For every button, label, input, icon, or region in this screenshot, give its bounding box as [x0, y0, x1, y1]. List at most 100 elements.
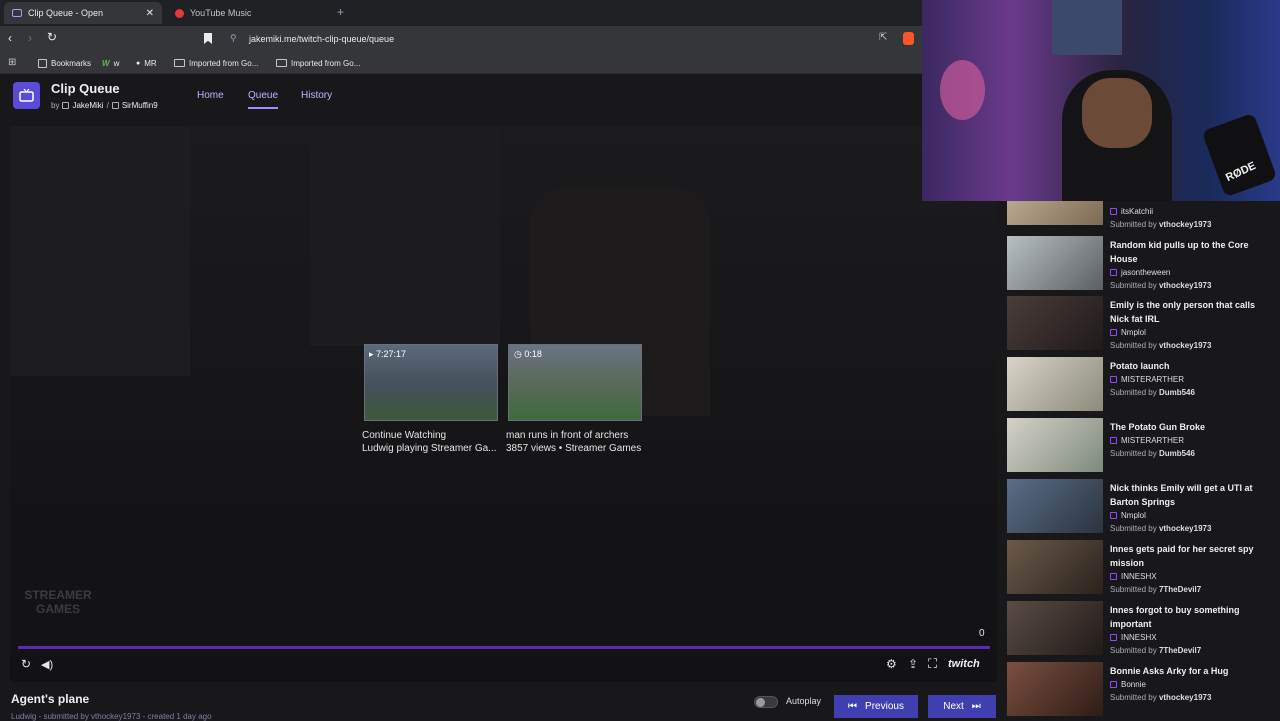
clip-queue-logo[interactable]	[13, 82, 40, 109]
submitter-name: vthockey1973	[1158, 693, 1212, 702]
toggle-knob	[756, 698, 765, 707]
queue-item-submitter: Submitted by vthockey1973	[1110, 341, 1211, 350]
previous-label: Previous	[865, 701, 904, 712]
nav-history[interactable]: History	[301, 90, 332, 101]
queue-item[interactable]: Nick thinks Emily will get a UTI at Bart…	[1005, 479, 1275, 537]
back-icon[interactable]: ‹	[8, 31, 12, 45]
author-link-sirmuffin9[interactable]: SirMuffin9	[122, 101, 158, 110]
author-link-jakemiki[interactable]: JakeMiki	[72, 101, 103, 110]
next-icon: ⏭	[971, 701, 981, 712]
twitch-icon	[1110, 634, 1117, 641]
forward-icon[interactable]: ›	[28, 31, 32, 45]
queue-item[interactable]: itsKatchii Submitted by vthockey1973	[1005, 201, 1275, 229]
bookmark-label: w	[113, 58, 120, 68]
twitch-icon	[1110, 573, 1117, 580]
queue-item-submitter: Submitted by Dumb546	[1110, 388, 1195, 397]
bookmark-label: Bookmarks	[51, 58, 92, 68]
duration-text: 7:27:17	[376, 349, 407, 359]
next-button[interactable]: Next ⏭	[928, 695, 996, 718]
nav-home[interactable]: Home	[197, 90, 224, 101]
share-icon[interactable]: ⇱	[879, 32, 887, 43]
site-info-icon[interactable]: ⚲	[230, 33, 237, 44]
twitch-icon	[1110, 437, 1117, 444]
queue-item-thumbnail	[1007, 418, 1103, 472]
queue-item-submitter: Submitted by 7TheDevil7	[1110, 646, 1201, 655]
autoplay-toggle[interactable]	[754, 696, 778, 708]
submitter-name: 7TheDevil7	[1158, 646, 1202, 655]
queue-item[interactable]: Innes forgot to buy something important …	[1005, 601, 1275, 659]
video-player[interactable]: STREAMER GAMES ▸ 7:27:17 Continue Watchi…	[10, 126, 997, 682]
queue-item[interactable]: Random kid pulls up to the Core House ja…	[1005, 236, 1275, 294]
queue-item-title: Random kid pulls up to the Core House	[1110, 240, 1249, 264]
queue-item-title: Emily is the only person that calls Nick…	[1110, 300, 1256, 324]
bookmark-mr[interactable]: ● MR	[136, 56, 157, 70]
suggested-video-line2[interactable]: Ludwig playing Streamer Ga...	[362, 443, 497, 454]
next-label: Next	[943, 701, 964, 712]
webcam-face-shape	[1082, 78, 1152, 148]
video-background-shape	[10, 126, 190, 376]
reload-icon[interactable]: ↻	[47, 30, 57, 44]
queue-item-thumbnail	[1007, 236, 1103, 290]
twitch-icon	[1110, 208, 1117, 215]
queue-item-thumbnail	[1007, 662, 1103, 716]
queue-item[interactable]: The Potato Gun Broke MISTERARTHER Submit…	[1005, 418, 1275, 476]
brave-shield-icon[interactable]	[903, 32, 914, 45]
bookmark-icon[interactable]	[204, 33, 212, 44]
settings-gear-icon[interactable]: ⚙	[886, 657, 897, 671]
queue-item-thumbnail	[1007, 540, 1103, 594]
close-tab-icon[interactable]: ✕	[146, 8, 154, 19]
fullscreen-icon[interactable]: ⛶	[928, 656, 937, 672]
apps-grid-icon[interactable]: ⊞	[8, 57, 16, 68]
clip-queue-list: itsKatchii Submitted by vthockey1973 Ran…	[1005, 201, 1275, 720]
channel-name: MISTERARTHER	[1121, 436, 1184, 445]
queue-item-channel: jasontheween	[1110, 268, 1170, 277]
queue-item-thumbnail	[1007, 479, 1103, 533]
submitted-by-label: Submitted by	[1110, 693, 1157, 702]
twitch-icon	[62, 102, 70, 109]
address-bar[interactable]: jakemiki.me/twitch-clip-queue/queue	[249, 34, 394, 44]
queue-item-title: Innes gets paid for her secret spy missi…	[1110, 544, 1254, 568]
channel-name: MISTERARTHER	[1121, 375, 1184, 384]
separator: /	[106, 101, 109, 110]
bookmark-label: Imported from Go...	[189, 58, 259, 68]
nav-queue[interactable]: Queue	[248, 90, 279, 109]
suggested-video-thumbnail[interactable]: ◷ 0:18	[508, 344, 642, 421]
twitch-icon	[1110, 329, 1117, 336]
new-tab-icon[interactable]: +	[337, 5, 344, 19]
queue-item-channel: itsKatchii	[1110, 207, 1153, 216]
tab-clip-queue[interactable]: Clip Queue - Open ✕	[4, 2, 162, 24]
progress-bar[interactable]	[18, 646, 990, 649]
twitch-icon	[111, 102, 119, 109]
queue-item-title: Nick thinks Emily will get a UTI at Bart…	[1110, 483, 1253, 507]
submitted-by-label: Submitted by	[1110, 524, 1157, 533]
queue-item[interactable]: Bonnie Asks Arky for a Hug Bonnie Submit…	[1005, 662, 1275, 720]
tab-favicon-icon	[12, 9, 22, 17]
share-icon[interactable]: ⇪	[908, 657, 918, 671]
tab-youtube-music[interactable]: YouTube Music	[168, 2, 328, 24]
duration-label: ◷ 0:18	[514, 349, 542, 359]
progress-fill	[18, 646, 990, 649]
queue-item[interactable]: Emily is the only person that calls Nick…	[1005, 296, 1275, 354]
queue-item-submitter: Submitted by Dumb546	[1110, 449, 1195, 458]
previous-button[interactable]: ⏮ Previous	[834, 695, 918, 718]
bookmarks-folder[interactable]: Bookmarks	[38, 56, 91, 70]
twitch-logo-link[interactable]: twitch	[948, 658, 980, 670]
replay-icon[interactable]: ↻	[21, 657, 31, 671]
queue-item[interactable]: Potato launch MISTERARTHER Submitted by …	[1005, 357, 1275, 415]
suggested-video-line2[interactable]: 3857 views • Streamer Games	[506, 443, 641, 454]
suggested-video-line1[interactable]: man runs in front of archers	[506, 430, 628, 441]
queue-item-channel: MISTERARTHER	[1110, 436, 1184, 445]
suggested-video-thumbnail[interactable]: ▸ 7:27:17	[364, 344, 498, 421]
bookmark-folder-imported-2[interactable]: Imported from Go...	[276, 56, 360, 70]
queue-item[interactable]: Innes gets paid for her secret spy missi…	[1005, 540, 1275, 598]
tv-icon	[19, 89, 34, 102]
video-background-shape	[10, 506, 997, 656]
bookmark-folder-imported-1[interactable]: Imported from Go...	[174, 56, 258, 70]
mr-icon: ●	[136, 59, 141, 67]
volume-icon[interactable]: ◀)	[41, 658, 53, 671]
suggested-video-line1[interactable]: Continue Watching	[362, 430, 446, 441]
bookmark-w[interactable]: W w	[102, 56, 119, 70]
submitted-by-label: Submitted by	[1110, 281, 1157, 290]
by-label: by	[51, 101, 60, 110]
clip-title: Agent's plane	[11, 692, 90, 706]
